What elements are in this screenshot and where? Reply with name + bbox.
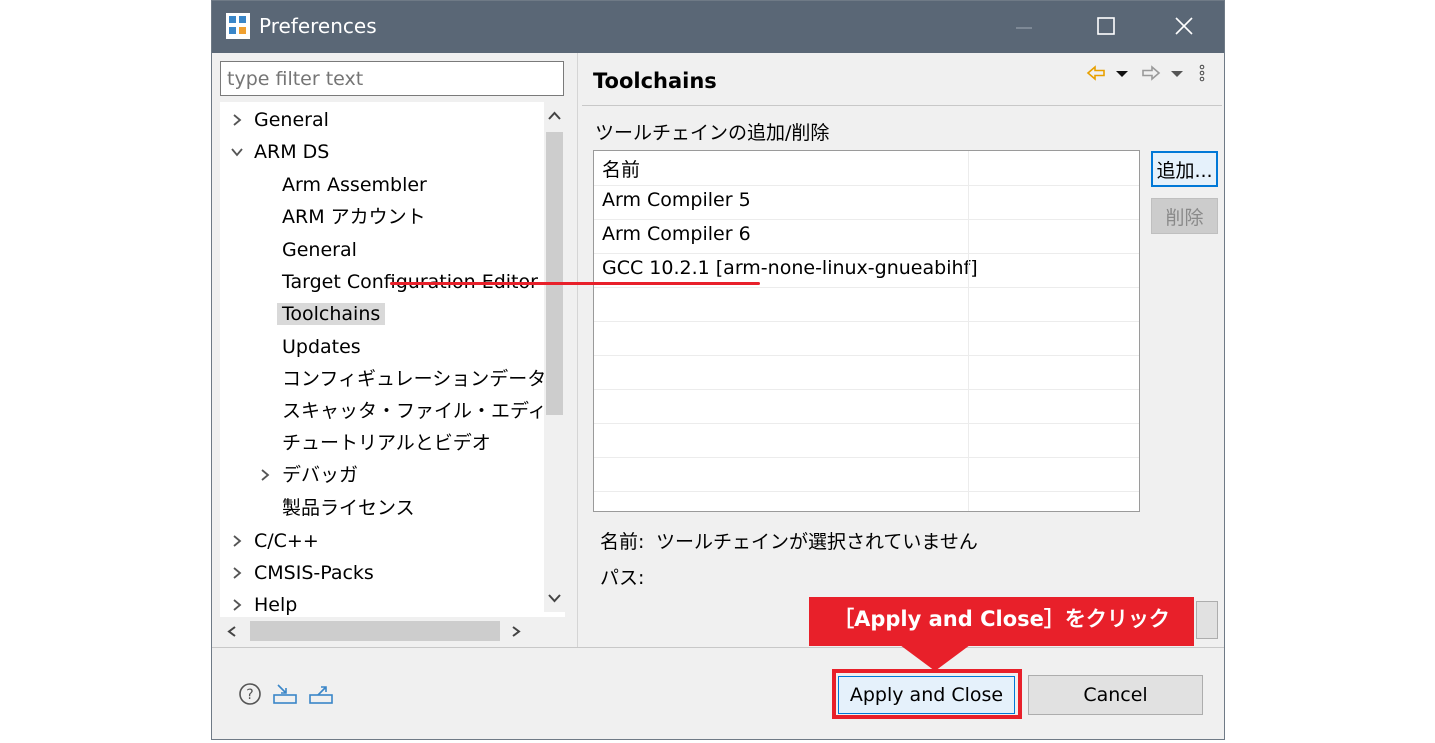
minimize-icon[interactable] [1010, 11, 1038, 41]
highlight-underline [390, 282, 760, 285]
tree-item-label: General [254, 109, 329, 131]
tree-item-label: コンフィギュレーションデータベース [282, 368, 565, 390]
table-cell: GCC 10.2.1 [arm-none-linux-gnueabihf] [602, 257, 978, 279]
preference-tree: General ARM DS Arm Assembler ARM アカウント G… [220, 102, 565, 645]
add-toolchain-button[interactable]: 追加... [1151, 151, 1218, 187]
tree-item-product-license[interactable]: 製品ライセンス [282, 493, 415, 523]
tree-item-scatter-file-editor[interactable]: スキャッタ・ファイル・エディタ [282, 396, 565, 426]
chevron-down-icon[interactable] [230, 145, 244, 159]
table-row-empty [594, 389, 1139, 424]
window-title: Preferences [259, 14, 377, 38]
title-bar[interactable]: Preferences [212, 1, 1224, 53]
column-header-name: 名前 [602, 159, 641, 181]
scroll-up-icon[interactable] [547, 110, 562, 122]
toolchains-table[interactable]: 名前 Arm Compiler 5 Arm Compiler 6 GCC 10.… [593, 150, 1140, 512]
tree-item-label: Arm Assembler [282, 174, 427, 196]
name-value: ツールチェインが選択されていません [656, 531, 978, 553]
table-row[interactable]: Arm Compiler 6 [594, 219, 1139, 254]
help-icon[interactable]: ? [238, 682, 264, 706]
tree-item-label: General [282, 239, 357, 261]
tree-item-label: デバッガ [282, 464, 359, 486]
horizontal-scroll-thumb[interactable] [250, 621, 500, 641]
chevron-right-icon[interactable] [230, 534, 244, 548]
tree-item-label: CMSIS-Packs [254, 562, 374, 584]
tree-item-arm-general[interactable]: General [282, 235, 357, 265]
forward-arrow-icon[interactable] [1141, 63, 1161, 83]
cancel-button[interactable]: Cancel [1028, 675, 1203, 715]
table-cell: Arm Compiler 5 [602, 189, 751, 211]
scroll-right-icon[interactable] [510, 625, 522, 638]
tree-item-debugger[interactable]: デバッガ [258, 460, 358, 490]
tree-horizontal-scrollbar[interactable] [220, 617, 565, 645]
table-row-empty [594, 287, 1139, 322]
tree-item-updates[interactable]: Updates [282, 332, 361, 362]
chevron-right-icon[interactable] [258, 468, 272, 482]
tree-item-help[interactable]: Help [230, 590, 297, 620]
section-label: ツールチェインの追加/削除 [595, 122, 830, 144]
table-cell: Arm Compiler 6 [602, 223, 751, 245]
scroll-down-icon[interactable] [547, 592, 562, 604]
pane-divider[interactable] [577, 53, 578, 647]
import-icon[interactable] [272, 682, 298, 706]
table-row[interactable]: Arm Compiler 5 [594, 185, 1139, 220]
vertical-scroll-thumb[interactable] [546, 132, 563, 415]
header-separator [582, 105, 1222, 106]
chevron-right-icon[interactable] [230, 566, 244, 580]
tree-item-label: ARM アカウント [282, 206, 426, 228]
tree-item-general[interactable]: General [230, 105, 329, 135]
tree-item-label: チュートリアルとビデオ [282, 432, 491, 454]
export-icon[interactable] [308, 682, 334, 706]
tree-item-label: Toolchains [277, 303, 386, 325]
callout-arrow [900, 645, 970, 671]
name-label: 名前: [600, 531, 645, 553]
partially-hidden-button[interactable] [1196, 601, 1218, 639]
table-header[interactable]: 名前 [594, 151, 1139, 186]
chevron-right-icon[interactable] [230, 113, 244, 127]
tree-item-cmsis-packs[interactable]: CMSIS-Packs [230, 558, 374, 588]
close-icon[interactable] [1170, 11, 1198, 41]
filter-input[interactable] [220, 61, 564, 96]
forward-dropdown-icon[interactable] [1167, 63, 1187, 83]
view-menu-icon[interactable] [1196, 63, 1208, 83]
tree-item-label: Help [254, 594, 298, 616]
tree-item-arm-account[interactable]: ARM アカウント [282, 202, 426, 232]
chevron-right-icon[interactable] [230, 598, 244, 612]
tree-item-tutorials-videos[interactable]: チュートリアルとビデオ [282, 428, 491, 458]
tree-item-label: ARM DS [254, 141, 330, 163]
scroll-left-icon[interactable] [226, 625, 238, 638]
cancel-label: Cancel [1083, 684, 1148, 706]
table-row-empty [594, 423, 1139, 458]
svg-text:?: ? [246, 687, 253, 703]
tree-item-config-database[interactable]: コンフィギュレーションデータベース [282, 364, 565, 394]
tree-item-label: Updates [282, 336, 361, 358]
tree-item-label: C/C++ [254, 530, 319, 552]
tree-item-c-cpp[interactable]: C/C++ [230, 526, 319, 556]
maximize-icon[interactable] [1092, 11, 1120, 41]
tree-item-label: 製品ライセンス [282, 497, 415, 519]
page-title: Toolchains [593, 69, 717, 93]
tree-item-toolchains[interactable]: Toolchains [277, 299, 386, 329]
annotation-callout: ［Apply and Close］をクリック [809, 597, 1194, 646]
back-dropdown-icon[interactable] [1112, 63, 1132, 83]
table-row-empty [594, 355, 1139, 390]
column-separator [968, 151, 969, 511]
footer-separator [212, 647, 1224, 648]
back-arrow-icon[interactable] [1086, 63, 1106, 83]
table-row-empty [594, 321, 1139, 356]
preferences-app-icon [226, 13, 250, 39]
tree-item-arm-ds[interactable]: ARM DS [230, 137, 329, 167]
highlight-box [832, 669, 1022, 719]
path-label: パス: [600, 567, 645, 589]
table-row-empty [594, 457, 1139, 492]
tree-vertical-scrollbar[interactable] [544, 102, 565, 612]
tree-item-label: スキャッタ・ファイル・エディタ [282, 400, 565, 422]
remove-toolchain-button: 削除 [1151, 198, 1218, 234]
tree-item-arm-assembler[interactable]: Arm Assembler [282, 170, 427, 200]
